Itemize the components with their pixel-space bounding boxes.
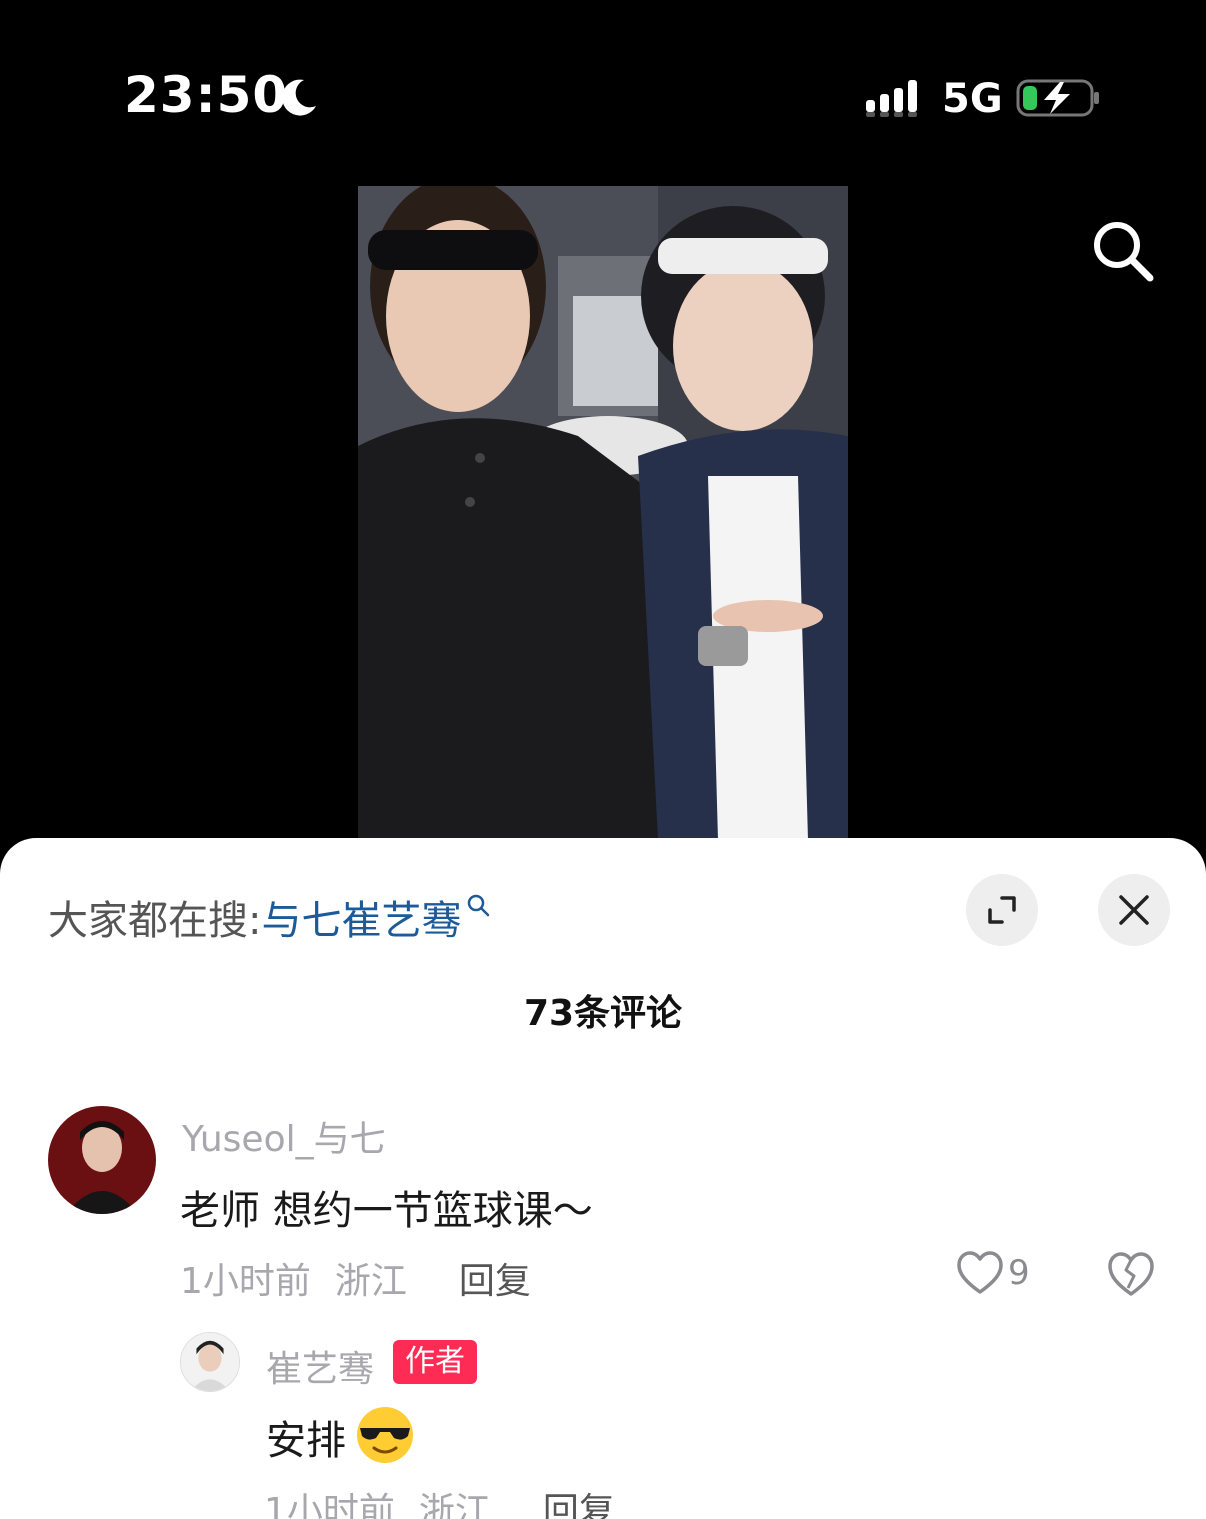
dislike-button[interactable] [1106,1250,1156,1298]
avatar-image [181,1333,239,1391]
battery-charging-icon [1016,79,1099,117]
sunglasses-emoji-icon [357,1407,413,1463]
comment-meta: 1小时前 浙江 回复 [264,1482,639,1519]
search-icon[interactable] [1086,214,1158,286]
avatar[interactable] [180,1332,240,1392]
comment-text: 安排 [266,1418,346,1464]
hot-search-prefix: 大家都在搜: [48,898,262,944]
comment-count: 73条评论 [523,993,683,1034]
comment-location: 浙江 [334,1261,407,1302]
small-search-icon [468,894,490,917]
video-thumbnail [358,186,848,840]
hot-search-banner[interactable]: 大家都在搜:与七崔艺骞 [48,888,491,946]
avatar[interactable] [48,1106,156,1214]
status-bar: 23:50 5G [0,0,1206,190]
comment-username[interactable]: 崔艺骞 [266,1340,374,1392]
network-type: 5G [942,76,1003,122]
broken-heart-icon [1108,1252,1154,1296]
expand-icon [988,896,1016,924]
comments-sheet: 大家都在搜:与七崔艺骞 73条评论 Yuseol_与七 老师 想约一节篮球课～ … [0,838,1206,1519]
comment-location: 浙江 [418,1491,491,1519]
author-badge: 作者 [393,1340,477,1384]
moon-icon [282,79,316,116]
close-button[interactable] [1098,874,1170,946]
video-player[interactable] [358,186,848,840]
like-button[interactable]: 9 [956,1250,1030,1300]
reply-button[interactable]: 回复 [543,1491,615,1519]
hot-search-keyword[interactable]: 与七崔艺骞 [261,898,461,944]
heart-icon [957,1251,1003,1294]
signal-icon [866,80,917,117]
comment-meta: 1小时前 浙江 回复 [180,1252,555,1304]
comment-time: 1小时前 [264,1491,395,1519]
expand-button[interactable] [966,874,1038,946]
comment-time: 1小时前 [180,1261,311,1302]
close-icon [1119,895,1149,925]
comment-username[interactable]: Yuseol_与七 [182,1110,386,1162]
avatar-image [48,1106,156,1214]
status-time: 23:50 [124,66,289,124]
comment-text: 老师 想约一节篮球课～ [180,1188,593,1234]
like-count: 9 [1008,1253,1030,1293]
reply-button[interactable]: 回复 [459,1261,531,1302]
